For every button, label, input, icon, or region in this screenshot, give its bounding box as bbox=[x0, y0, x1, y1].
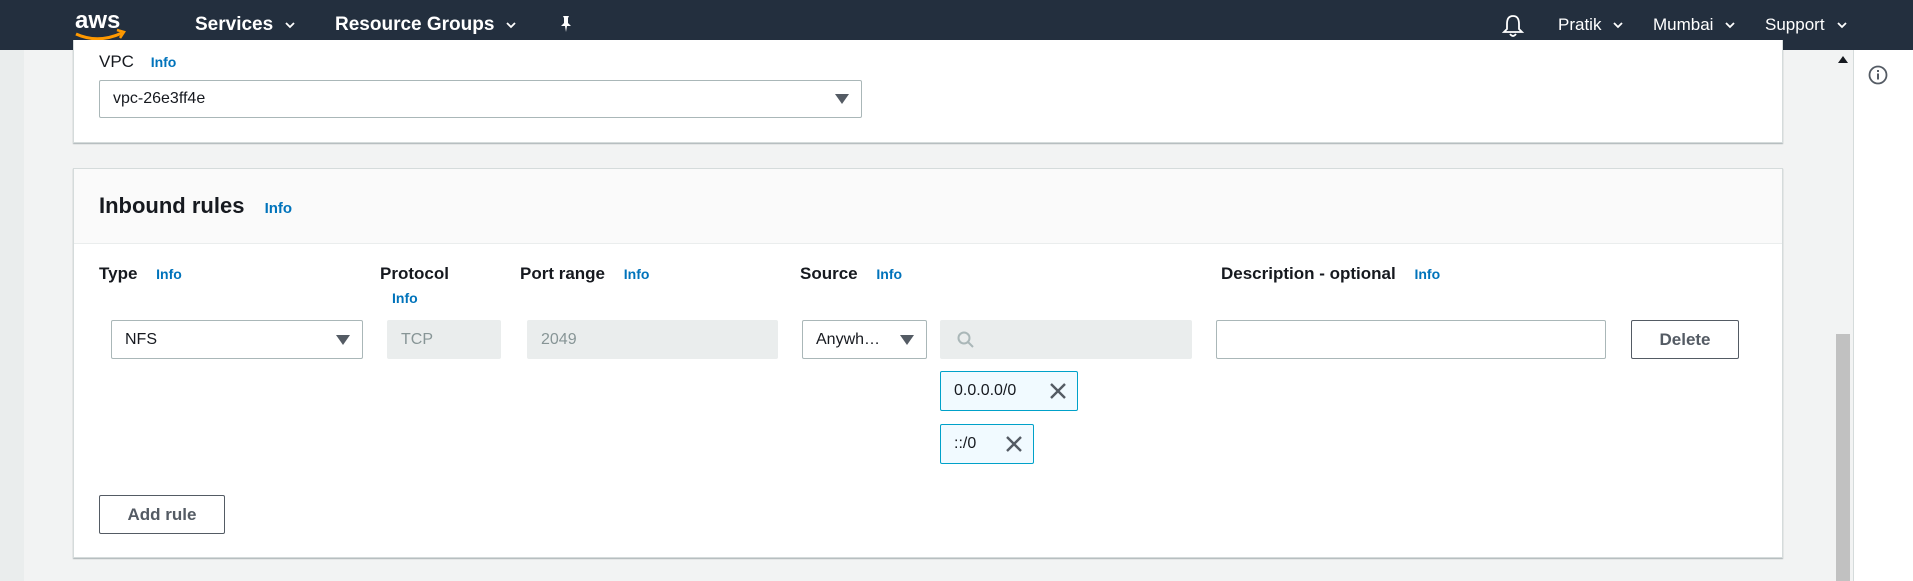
support-label: Support bbox=[1765, 15, 1825, 34]
search-icon bbox=[957, 331, 974, 348]
add-rule-button[interactable]: Add rule bbox=[99, 495, 225, 534]
caret-down-icon bbox=[835, 94, 849, 104]
user-label: Pratik bbox=[1558, 15, 1602, 34]
vpc-label: VPC Info bbox=[99, 52, 177, 71]
inbound-rules-info-link[interactable]: Info bbox=[265, 200, 293, 217]
description-info-link[interactable]: Info bbox=[1414, 266, 1440, 282]
help-panel-rail bbox=[1853, 50, 1913, 581]
scrollbar-thumb[interactable] bbox=[1836, 334, 1850, 581]
chevron-down-icon bbox=[285, 21, 295, 30]
inbound-rules-section: Inbound rules Info Type Info Protocol In… bbox=[73, 168, 1783, 558]
close-icon[interactable] bbox=[1049, 382, 1067, 400]
close-icon[interactable] bbox=[1005, 435, 1023, 453]
source-select-value: Anywh… bbox=[816, 330, 881, 348]
source-token-value: 0.0.0.0/0 bbox=[954, 382, 1017, 399]
source-token: 0.0.0.0/0 bbox=[940, 371, 1078, 411]
region-label: Mumbai bbox=[1653, 15, 1714, 34]
vpc-info-link[interactable]: Info bbox=[151, 54, 177, 70]
chevron-down-icon bbox=[1836, 21, 1847, 30]
aws-logo[interactable]: aws bbox=[70, 6, 132, 44]
caret-down-icon bbox=[336, 334, 350, 345]
protocol-column-header: Protocol bbox=[380, 264, 449, 283]
caret-down-icon bbox=[900, 334, 914, 345]
source-search-input[interactable] bbox=[940, 320, 1192, 359]
description-input[interactable] bbox=[1216, 320, 1606, 359]
chevron-down-icon bbox=[1613, 21, 1624, 30]
source-token: ::/0 bbox=[940, 424, 1034, 464]
services-label: Services bbox=[195, 14, 274, 35]
description-column-header: Description - optional Info bbox=[1221, 264, 1441, 283]
source-token-value: ::/0 bbox=[954, 435, 977, 452]
bell-icon[interactable] bbox=[1501, 13, 1525, 39]
left-gutter bbox=[0, 50, 24, 581]
chevron-down-icon bbox=[506, 21, 517, 30]
scroll-up-arrow-icon[interactable] bbox=[1838, 55, 1848, 63]
info-circle-icon[interactable] bbox=[1868, 65, 1888, 85]
chevron-down-icon bbox=[1725, 21, 1736, 30]
type-column-header: Type Info bbox=[99, 264, 182, 283]
protocol-field: TCP bbox=[387, 320, 501, 359]
vpc-select[interactable]: vpc-26e3ff4e bbox=[99, 80, 862, 118]
pin-icon[interactable] bbox=[556, 14, 576, 34]
delete-rule-button[interactable]: Delete bbox=[1631, 320, 1739, 359]
source-select[interactable]: Anywh… bbox=[802, 320, 927, 359]
port-range-field: 2049 bbox=[527, 320, 778, 359]
source-column-header: Source Info bbox=[800, 264, 903, 283]
vpc-section: VPC Info vpc-26e3ff4e bbox=[73, 40, 1783, 143]
vpc-select-value: vpc-26e3ff4e bbox=[113, 90, 206, 107]
source-info-link[interactable]: Info bbox=[876, 266, 902, 282]
protocol-info-link[interactable]: Info bbox=[392, 290, 418, 306]
type-select-value: NFS bbox=[125, 330, 157, 348]
port-range-column-header: Port range Info bbox=[520, 264, 650, 283]
resource-groups-label: Resource Groups bbox=[335, 14, 495, 35]
type-select[interactable]: NFS bbox=[111, 320, 363, 359]
type-info-link[interactable]: Info bbox=[156, 266, 182, 282]
inbound-rules-title: Inbound rules Info bbox=[99, 193, 293, 218]
svg-text:aws: aws bbox=[75, 7, 120, 34]
port-range-info-link[interactable]: Info bbox=[624, 266, 650, 282]
inbound-rules-header: Inbound rules Info bbox=[74, 169, 1782, 244]
